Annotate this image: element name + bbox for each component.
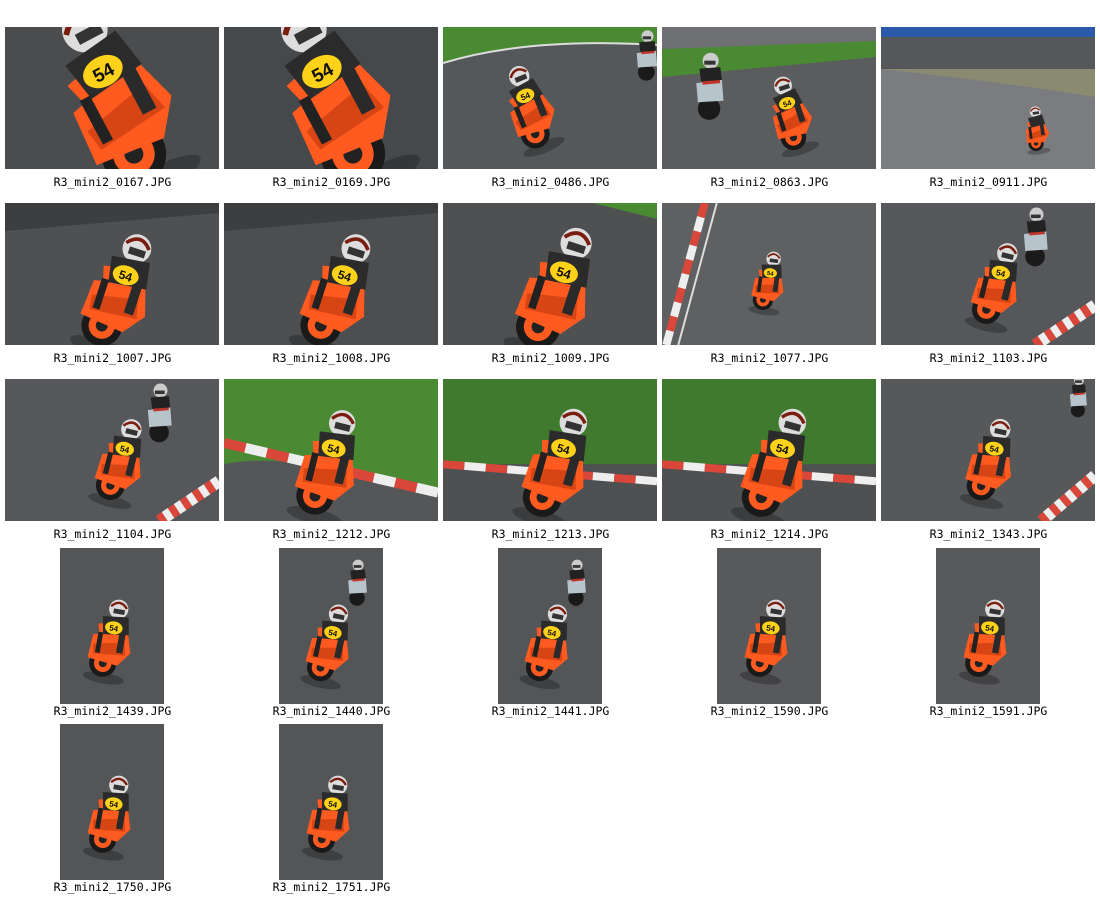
photo-thumbnail[interactable]: 54 (60, 548, 164, 704)
photo-thumbnail[interactable] (881, 27, 1095, 169)
photo-filename[interactable]: R3_mini2_0863.JPG (662, 175, 877, 189)
photo-thumbnail[interactable]: 54 (443, 27, 657, 169)
gallery-item[interactable]: 54 R3_mini2_0863.JPG (662, 27, 877, 203)
photo-thumbnail[interactable]: 54 (443, 379, 657, 521)
gallery-item[interactable]: 54 R3_mini2_1103.JPG (881, 203, 1096, 379)
photo-filename[interactable]: R3_mini2_0169.JPG (224, 175, 439, 189)
gallery-item[interactable]: 54 R3_mini2_1590.JPG (662, 548, 877, 724)
gallery-item[interactable]: 54 R3_mini2_1441.JPG (443, 548, 658, 724)
photo-filename[interactable]: R3_mini2_1441.JPG (443, 704, 658, 718)
gallery-item[interactable]: 54 R3_mini2_1104.JPG (5, 379, 220, 555)
gallery-item[interactable]: 54 R3_mini2_1007.JPG (5, 203, 220, 379)
photo-thumbnail[interactable]: 54 (717, 548, 821, 704)
gallery-item[interactable]: R3_mini2_0911.JPG (881, 27, 1096, 203)
photo-filename[interactable]: R3_mini2_1009.JPG (443, 351, 658, 365)
gallery-item[interactable]: 54 R3_mini2_1440.JPG (224, 548, 439, 724)
gallery-item[interactable]: 54 R3_mini2_1213.JPG (443, 379, 658, 555)
photo-filename[interactable]: R3_mini2_1212.JPG (224, 527, 439, 541)
gallery-item[interactable]: 54 R3_mini2_1212.JPG (224, 379, 439, 555)
gallery-item[interactable]: 54 R3_mini2_1343.JPG (881, 379, 1096, 555)
photo-thumbnail[interactable]: 54 (279, 724, 383, 880)
photo-filename[interactable]: R3_mini2_1008.JPG (224, 351, 439, 365)
photo-filename[interactable]: R3_mini2_1591.JPG (881, 704, 1096, 718)
photo-filename[interactable]: R3_mini2_0486.JPG (443, 175, 658, 189)
gallery-item[interactable]: 54 R3_mini2_1751.JPG (224, 724, 439, 900)
photo-filename[interactable]: R3_mini2_1104.JPG (5, 527, 220, 541)
gallery-item[interactable]: 54 R3_mini2_1077.JPG (662, 203, 877, 379)
photo-thumbnail[interactable]: 54 (224, 203, 438, 345)
photo-filename[interactable]: R3_mini2_1440.JPG (224, 704, 439, 718)
photo-thumbnail[interactable]: 54 (443, 203, 657, 345)
photo-thumbnail[interactable]: 54 (662, 203, 876, 345)
gallery-item[interactable]: 54 R3_mini2_1750.JPG (5, 724, 220, 900)
photo-filename[interactable]: R3_mini2_1751.JPG (224, 880, 439, 894)
photo-thumbnail[interactable]: 54 (5, 203, 219, 345)
photo-filename[interactable]: R3_mini2_1590.JPG (662, 704, 877, 718)
gallery-item[interactable]: 54 R3_mini2_0486.JPG (443, 27, 658, 203)
gallery-item[interactable]: 54 R3_mini2_1439.JPG (5, 548, 220, 724)
gallery-item[interactable]: 54 R3_mini2_1008.JPG (224, 203, 439, 379)
photo-thumbnail[interactable]: 54 (224, 379, 438, 521)
photo-thumbnail[interactable]: 54 (662, 379, 876, 521)
photo-thumbnail[interactable]: 54 (279, 548, 383, 704)
photo-filename[interactable]: R3_mini2_1077.JPG (662, 351, 877, 365)
photo-filename[interactable]: R3_mini2_1213.JPG (443, 527, 658, 541)
photo-thumbnail[interactable]: 54 (881, 379, 1095, 521)
photo-filename[interactable]: R3_mini2_1343.JPG (881, 527, 1096, 541)
photo-gallery-grid: 54 R3_mini2_0167.JPG 54 R3_mini2_0169.JP… (0, 0, 1100, 900)
gallery-item[interactable]: 54 R3_mini2_1214.JPG (662, 379, 877, 555)
photo-thumbnail[interactable]: 54 (662, 27, 876, 169)
photo-thumbnail[interactable]: 54 (498, 548, 602, 704)
photo-thumbnail[interactable]: 54 (224, 27, 438, 169)
photo-filename[interactable]: R3_mini2_1103.JPG (881, 351, 1096, 365)
gallery-item[interactable]: 54 R3_mini2_1009.JPG (443, 203, 658, 379)
photo-filename[interactable]: R3_mini2_0911.JPG (881, 175, 1096, 189)
photo-filename[interactable]: R3_mini2_1750.JPG (5, 880, 220, 894)
gallery-item[interactable]: 54 R3_mini2_0169.JPG (224, 27, 439, 203)
photo-thumbnail[interactable]: 54 (936, 548, 1040, 704)
photo-thumbnail[interactable]: 54 (881, 203, 1095, 345)
photo-filename[interactable]: R3_mini2_0167.JPG (5, 175, 220, 189)
photo-filename[interactable]: R3_mini2_1214.JPG (662, 527, 877, 541)
photo-thumbnail[interactable]: 54 (5, 379, 219, 521)
gallery-item[interactable]: 54 R3_mini2_1591.JPG (881, 548, 1096, 724)
gallery-item[interactable]: 54 R3_mini2_0167.JPG (5, 27, 220, 203)
photo-filename[interactable]: R3_mini2_1007.JPG (5, 351, 220, 365)
photo-thumbnail[interactable]: 54 (5, 27, 219, 169)
photo-filename[interactable]: R3_mini2_1439.JPG (5, 704, 220, 718)
photo-thumbnail[interactable]: 54 (60, 724, 164, 880)
